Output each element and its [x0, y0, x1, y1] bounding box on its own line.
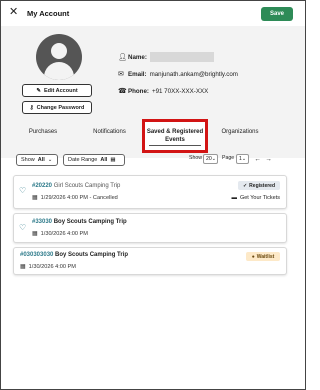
status-badge: ● Waitlist: [246, 252, 280, 261]
chevron-down-icon: ⌄: [47, 157, 53, 163]
event-id: #030303030: [20, 252, 54, 258]
event-datetime: 1/29/2026 4:00 PM - Cancelled: [40, 194, 118, 201]
arrow-right-icon[interactable]: →: [264, 154, 273, 164]
ticket-icon: ▬: [231, 195, 237, 201]
email-row: ✉ Email: manjunath.ankam@brightly.com: [118, 70, 238, 79]
phone-value: +91 70XX-XXX-XXX: [151, 87, 209, 95]
name-label: Name:: [128, 53, 147, 61]
event-id: #33030: [32, 219, 53, 225]
pencil-icon: ✎: [36, 87, 41, 94]
show-filter-dropdown[interactable]: Show All ⌄: [16, 154, 58, 166]
page-label: Page: [222, 155, 235, 161]
get-tickets-link[interactable]: ▬ Get Your Tickets: [231, 195, 280, 201]
status-badge-label: Registered: [249, 182, 276, 189]
tab-saved-registered-events[interactable]: Saved & Registered Events: [142, 119, 208, 153]
page-title: My Account: [27, 9, 70, 18]
event-datetime: 1/30/2026 4:00 PM: [28, 263, 76, 270]
event-card[interactable]: ♡ #33030 Boy Scouts Camping Trip ▦ 1/30/…: [13, 213, 287, 243]
status-badge-label: Waitlist: [256, 253, 275, 260]
calendar-icon: ▦: [110, 157, 116, 163]
phone-icon: ☎: [118, 88, 127, 95]
status-badge: ✓ Registered: [238, 181, 280, 190]
person-icon: 👤︎: [118, 54, 127, 61]
event-datetime: 1/30/2026 4:00 PM: [40, 230, 88, 237]
event-id: #20220: [32, 183, 53, 189]
heart-icon[interactable]: ♡: [19, 186, 26, 195]
page-select[interactable]: 1 ⌄: [236, 154, 249, 164]
event-card[interactable]: #030303030 Boy Scouts Camping Trip ▦ 1/3…: [13, 247, 287, 275]
phone-row: ☎ Phone: +91 70XX-XXX-XXX: [118, 87, 209, 96]
tab-organizations[interactable]: Organizations: [214, 121, 266, 143]
event-name: Girl Scouts Camping Trip: [53, 183, 121, 189]
header-bar: ✕ My Account Save: [1, 1, 305, 25]
calendar-icon: ▦: [32, 231, 38, 237]
email-label: Email:: [128, 70, 147, 78]
tab-saved-label: Saved & Registered Events: [146, 129, 204, 143]
save-button[interactable]: Save: [261, 7, 293, 21]
event-card[interactable]: ♡ #20220 Girl Scouts Camping Trip ▦ 1/29…: [13, 175, 287, 209]
mail-icon: ✉: [118, 71, 124, 78]
tab-purchases[interactable]: Purchases: [18, 121, 68, 143]
name-row: 👤︎ Name:: [118, 52, 214, 62]
arrow-left-icon[interactable]: ←: [253, 154, 262, 164]
per-page-select[interactable]: 20 ⌄: [203, 154, 218, 164]
phone-label: Phone:: [128, 87, 149, 95]
email-value: manjunath.ankam@brightly.com: [149, 70, 238, 78]
event-name: Boy Scouts Camping Trip: [53, 219, 127, 225]
calendar-icon: ▦: [20, 264, 26, 270]
close-icon[interactable]: ✕: [9, 7, 19, 18]
get-tickets-label: Get Your Tickets: [239, 195, 280, 201]
clock-icon: ●: [251, 253, 255, 260]
per-page-label: Show: [189, 155, 202, 161]
tab-notifications[interactable]: Notifications: [82, 121, 137, 143]
change-password-label: Change Password: [36, 104, 85, 111]
date-range-filter[interactable]: Date Range All ▦: [63, 154, 125, 166]
name-value-redacted: [149, 52, 214, 62]
check-icon: ✓: [242, 182, 248, 189]
avatar: [36, 34, 82, 80]
show-filter-value: All: [37, 157, 45, 163]
date-range-label: Date Range: [68, 157, 98, 163]
calendar-icon: ▦: [32, 195, 38, 201]
change-password-button[interactable]: ⚷ Change Password: [22, 101, 92, 114]
key-icon: ⚷: [29, 104, 34, 111]
heart-icon[interactable]: ♡: [19, 223, 26, 232]
edit-account-label: Edit Account: [43, 87, 78, 94]
event-name: Boy Scouts Camping Trip: [55, 252, 129, 258]
date-range-value: All: [100, 157, 108, 163]
show-filter-label: Show: [21, 157, 35, 163]
edit-account-button[interactable]: ✎ Edit Account: [22, 84, 92, 97]
